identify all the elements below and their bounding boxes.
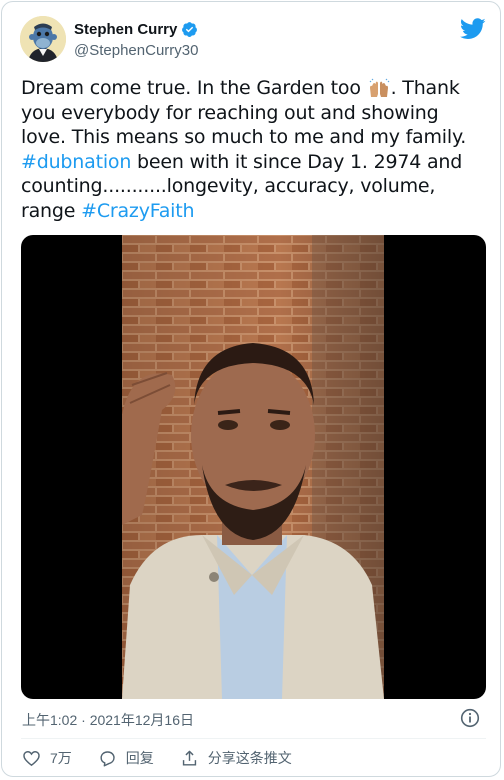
like-count: 7万 bbox=[50, 750, 72, 766]
reply-label: 回复 bbox=[125, 750, 154, 766]
author-name-row[interactable]: Stephen Curry bbox=[74, 21, 198, 38]
tweet-text-part: Dream come true. In the Garden too bbox=[21, 77, 367, 99]
tweet-timestamp[interactable]: 上午1:02 · 2021年12月16日 bbox=[22, 710, 194, 730]
reply-button[interactable]: 回复 bbox=[98, 748, 154, 768]
video-player[interactable] bbox=[21, 235, 486, 699]
info-icon[interactable] bbox=[460, 708, 480, 728]
hashtag-link[interactable]: #CrazyFaith bbox=[81, 200, 194, 222]
twitter-bird-icon[interactable] bbox=[459, 18, 486, 40]
tweet-text: Dream come true. In the Garden too . Tha… bbox=[21, 76, 486, 224]
video-frame bbox=[122, 235, 384, 699]
hashtag-link[interactable]: #dubnation bbox=[21, 151, 131, 173]
tweet-card: Stephen Curry @StephenCurry30 Dream come… bbox=[1, 1, 501, 777]
share-label: 分享这条推文 bbox=[207, 750, 292, 766]
raised-hands-emoji-icon bbox=[367, 76, 391, 98]
share-icon bbox=[182, 750, 196, 766]
action-bar: 7万 回复 分享这条推文 bbox=[22, 748, 318, 768]
divider bbox=[21, 738, 486, 739]
author-handle[interactable]: @StephenCurry30 bbox=[74, 42, 198, 59]
share-button[interactable]: 分享这条推文 bbox=[180, 748, 292, 768]
verified-badge-icon bbox=[181, 21, 198, 38]
like-button[interactable]: 7万 bbox=[22, 748, 72, 768]
heart-icon bbox=[23, 750, 40, 766]
avatar[interactable] bbox=[20, 16, 66, 62]
author-name[interactable]: Stephen Curry bbox=[74, 21, 177, 38]
speech-bubble-icon bbox=[100, 750, 115, 766]
